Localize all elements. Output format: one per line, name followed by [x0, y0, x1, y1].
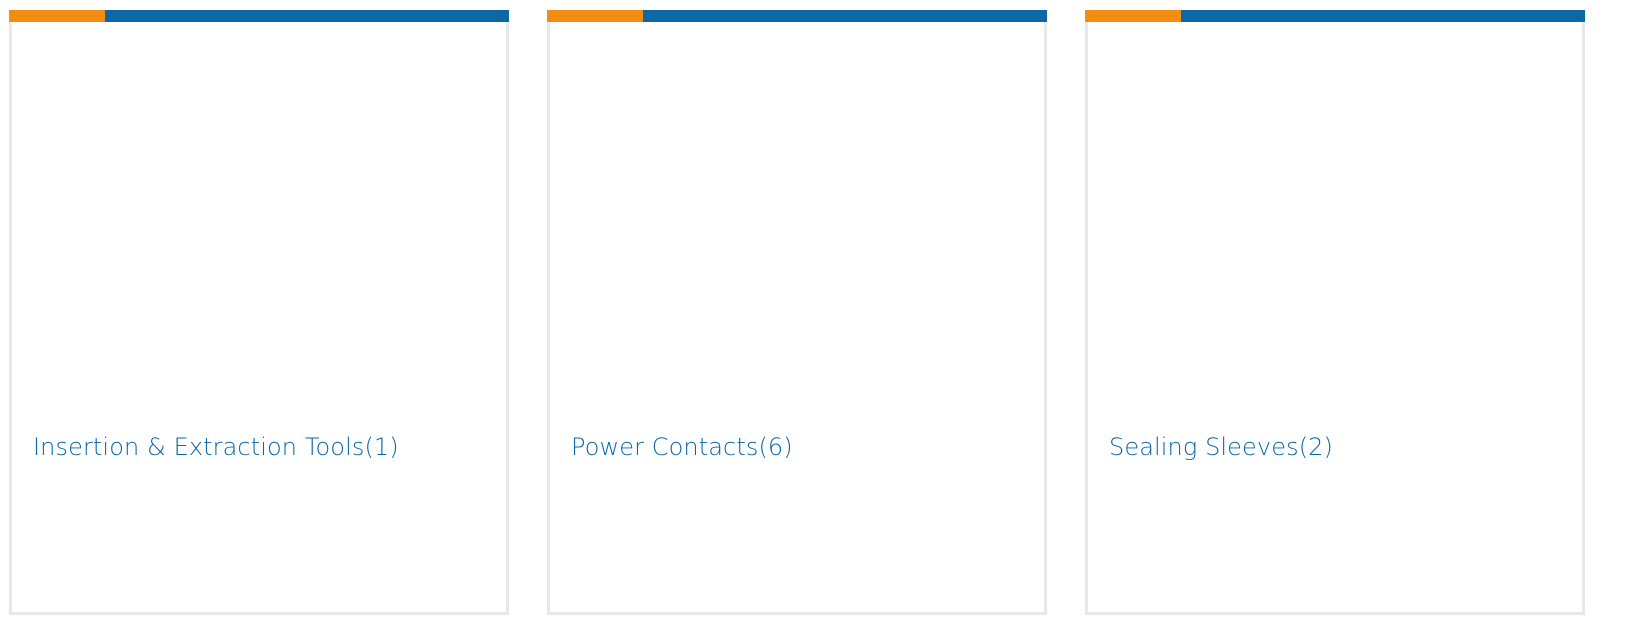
- accent-bar-orange-segment: [9, 10, 105, 22]
- card-title-link[interactable]: Sealing Sleeves(2): [1109, 433, 1333, 461]
- category-card-insertion-extraction-tools[interactable]: Insertion & Extraction Tools(1): [9, 10, 509, 615]
- accent-bar-blue-segment: [1181, 10, 1585, 22]
- category-card-sealing-sleeves[interactable]: Sealing Sleeves(2): [1085, 10, 1585, 615]
- card-accent-bar: [1085, 10, 1585, 22]
- card-title-link[interactable]: Insertion & Extraction Tools(1): [33, 433, 399, 461]
- card-image-area[interactable]: [1088, 22, 1582, 417]
- accent-bar-orange-segment: [1085, 10, 1181, 22]
- accent-bar-blue-segment: [105, 10, 509, 22]
- card-accent-bar: [547, 10, 1047, 22]
- card-accent-bar: [9, 10, 509, 22]
- category-card-power-contacts[interactable]: Power Contacts(6): [547, 10, 1047, 615]
- card-image-area[interactable]: [550, 22, 1044, 417]
- accent-bar-orange-segment: [547, 10, 643, 22]
- card-title-link[interactable]: Power Contacts(6): [571, 433, 793, 461]
- accent-bar-blue-segment: [643, 10, 1047, 22]
- card-image-area[interactable]: [12, 22, 506, 417]
- category-card-grid: Insertion & Extraction Tools(1) Power Co…: [0, 0, 1633, 640]
